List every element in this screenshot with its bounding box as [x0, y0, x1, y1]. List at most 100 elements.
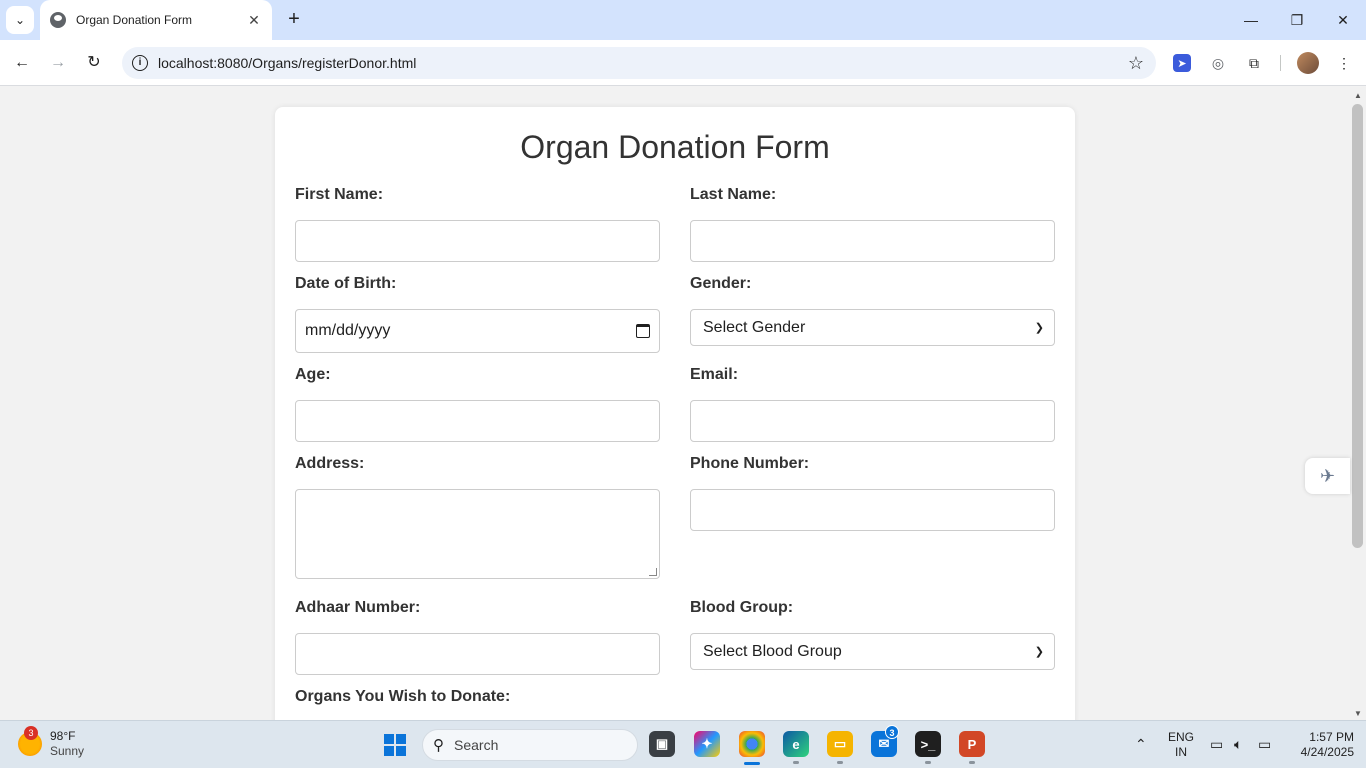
tab-strip: ⌄ Organ Donation Form ✕ + — ❐ ✕ [0, 0, 1366, 40]
extension-circle-icon[interactable]: ◎ [1207, 52, 1229, 74]
address-label: Address: [295, 455, 365, 472]
gender-selected-value: Select Gender [703, 318, 806, 336]
restore-button[interactable]: ❐ [1274, 0, 1320, 40]
explorer-running-indicator [837, 761, 843, 764]
reload-button[interactable]: ↻ [82, 51, 106, 75]
side-widget-button[interactable]: ✈ [1305, 458, 1350, 494]
age-input[interactable] [295, 400, 660, 442]
browser-toolbar: ← → ↻ i localhost:8080/Organs/registerDo… [0, 40, 1366, 86]
reload-icon: ↻ [87, 54, 101, 71]
powerpoint-icon[interactable]: P [959, 731, 985, 757]
chevron-down-icon: ❯ [1034, 322, 1044, 334]
taskbar: 3 98°F Sunny ⚲ Search ▣ ✦ e ▭ ✉ 3 >_ P ⌃… [0, 720, 1366, 768]
scroll-down-icon[interactable]: ▼ [1354, 709, 1362, 718]
menu-kebab-icon[interactable]: ⋮ [1333, 52, 1355, 74]
vertical-scrollbar[interactable]: ▲ ▼ [1350, 87, 1366, 720]
email-label: Email: [690, 366, 739, 383]
restore-icon: ❐ [1290, 11, 1304, 28]
rocket-icon: ✈ [1319, 465, 1336, 486]
taskbar-search[interactable]: ⚲ Search [422, 729, 638, 761]
globe-icon [50, 12, 66, 28]
minimize-icon: — [1244, 12, 1258, 28]
gender-select[interactable]: Select Gender ❯ [690, 309, 1055, 346]
scroll-up-icon[interactable]: ▲ [1354, 91, 1362, 100]
scroll-thumb[interactable] [1352, 104, 1363, 548]
lang-line2: IN [1175, 745, 1187, 759]
minimize-button[interactable]: — [1228, 0, 1274, 40]
page-title: Organ Donation Form [520, 129, 830, 165]
clock-time: 1:57 PM [1309, 730, 1354, 744]
terminal-icon[interactable]: >_ [915, 731, 941, 757]
plus-icon: + [288, 8, 300, 30]
tab-search-button[interactable]: ⌄ [6, 6, 34, 34]
last-name-input[interactable] [690, 220, 1055, 262]
adhaar-input[interactable] [295, 633, 660, 675]
first-name-input[interactable] [295, 220, 660, 262]
organs-label: Organs You Wish to Donate: [295, 688, 511, 705]
dob-input[interactable]: mm/dd/yyyy [295, 309, 660, 353]
weather-badge: 3 [24, 726, 38, 740]
address-bar[interactable]: i localhost:8080/Organs/registerDonor.ht… [122, 47, 1156, 79]
dob-placeholder: mm/dd/yyyy [305, 322, 391, 339]
toolbar-divider [1280, 55, 1281, 71]
forward-button[interactable]: → [46, 51, 70, 75]
last-name-label: Last Name: [690, 186, 777, 203]
terminal-running-indicator [925, 761, 931, 764]
puzzle-icon[interactable]: ⧉ [1243, 52, 1265, 74]
back-button[interactable]: ← [10, 51, 34, 75]
new-tab-button[interactable]: + [282, 8, 306, 32]
search-icon: ⚲ [433, 737, 444, 754]
clock[interactable]: 1:57 PM 4/24/2025 [1284, 730, 1354, 760]
chrome-active-indicator [744, 762, 760, 765]
arrow-left-icon: ← [14, 54, 30, 71]
taskbar-search-placeholder: Search [454, 737, 499, 753]
url-text[interactable]: localhost:8080/Organs/registerDonor.html [158, 55, 1128, 71]
close-icon[interactable]: ✕ [246, 12, 262, 29]
avatar[interactable] [1297, 52, 1319, 74]
blood-group-label: Blood Group: [690, 599, 794, 616]
email-input[interactable] [690, 400, 1055, 442]
copilot-icon[interactable]: ✦ [694, 731, 720, 757]
browser-tab[interactable]: Organ Donation Form ✕ [40, 0, 272, 40]
mail-icon[interactable]: ✉ 3 [871, 725, 899, 757]
age-label: Age: [295, 366, 331, 383]
first-name-label: First Name: [295, 186, 384, 203]
close-icon: ✕ [1337, 11, 1349, 28]
network-icon[interactable]: ▭ [1210, 736, 1223, 753]
info-icon[interactable]: i [132, 55, 148, 71]
arrow-right-icon: → [50, 54, 66, 71]
chevron-down-icon: ⌄ [14, 13, 26, 27]
windows-start-icon[interactable] [384, 734, 406, 756]
adhaar-label: Adhaar Number: [295, 599, 421, 616]
address-textarea[interactable] [295, 489, 660, 579]
chevron-down-icon: ❯ [1034, 646, 1044, 658]
calendar-icon[interactable] [636, 324, 650, 338]
window-controls: — ❐ ✕ [1228, 0, 1366, 40]
weather-widget[interactable]: 3 98°F Sunny [18, 726, 84, 759]
language-indicator[interactable]: ENG IN [1166, 730, 1196, 760]
page-viewport: Organ Donation Form First Name: Last Nam… [0, 87, 1350, 720]
tab-title: Organ Donation Form [76, 13, 193, 27]
weather-temp: 98°F [50, 729, 76, 743]
file-explorer-icon[interactable]: ▭ [827, 731, 853, 757]
phone-input[interactable] [690, 489, 1055, 531]
blood-group-select[interactable]: Select Blood Group ❯ [690, 633, 1055, 670]
edge-icon[interactable]: e [783, 731, 809, 757]
star-icon[interactable]: ☆ [1128, 53, 1144, 74]
extension-blue-icon[interactable]: ➤ [1173, 54, 1191, 72]
chevron-up-icon[interactable]: ⌃ [1135, 736, 1147, 753]
gender-label: Gender: [690, 275, 752, 292]
blood-group-selected-value: Select Blood Group [703, 642, 842, 660]
powerpoint-running-indicator [969, 761, 975, 764]
lang-line1: ENG [1167, 730, 1194, 744]
form-card: Organ Donation Form First Name: Last Nam… [275, 107, 1075, 720]
battery-icon[interactable]: ▭ [1258, 736, 1271, 753]
chrome-icon[interactable] [739, 731, 765, 757]
resize-handle[interactable] [649, 568, 657, 576]
phone-label: Phone Number: [690, 455, 810, 472]
clock-date: 4/24/2025 [1300, 745, 1354, 759]
edge-running-indicator [793, 761, 799, 764]
volume-icon[interactable]: 🔈︎ [1234, 736, 1242, 753]
close-window-button[interactable]: ✕ [1320, 0, 1366, 40]
task-view-icon[interactable]: ▣ [649, 731, 675, 757]
